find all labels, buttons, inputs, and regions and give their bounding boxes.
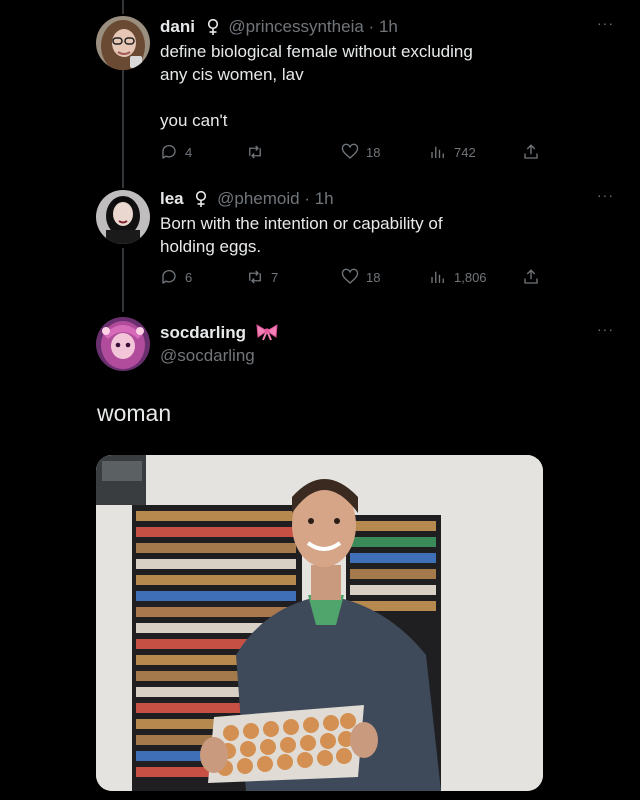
tweet-text-line [160,86,620,109]
user-handle[interactable]: @princessyntheia [228,17,363,36]
view-count: 1,806 [454,269,487,285]
retweet-button[interactable] [246,143,271,161]
display-name[interactable]: lea [160,189,184,208]
reply-icon [162,269,176,284]
tweet-text-line: define biological female without excludi… [160,42,473,61]
attached-photo[interactable] [96,455,543,791]
pink-bow-icon [256,324,278,341]
views-chart-icon [431,271,444,283]
like-button[interactable]: 18 [341,268,380,286]
share-button[interactable] [522,268,540,286]
tweet-text-line: you can't [160,111,228,130]
tweet-text-line: holding eggs. [160,237,262,256]
display-name[interactable]: dani [160,17,195,36]
share-icon [524,269,538,284]
reply-button[interactable]: 4 [160,143,192,161]
egg-holding-photo-image [96,455,543,791]
separator-dot: · [368,17,375,36]
tweet-header: dani @princessyntheia · 1h [160,16,620,38]
separator-dot: · [304,189,310,208]
tweet-header: socdarling [160,322,620,344]
reply-count: 6 [185,269,193,285]
avatar-lea-image [96,190,150,244]
tweet-text-line: Born with the intention or capability of [160,214,443,233]
timestamp[interactable]: 1h [379,17,398,36]
view-count: 742 [454,144,476,160]
reply-button[interactable]: 6 [160,268,192,286]
like-button[interactable]: 18 [341,143,380,161]
tweet-dani[interactable]: dani @princessyntheia · 1h ··· define bi… [160,16,620,132]
views-chart-icon [431,146,444,158]
more-options-button[interactable]: ··· [597,188,614,202]
avatar-dani-image [96,16,150,70]
retweet-count: 7 [271,269,279,285]
like-count: 18 [366,269,381,285]
tweet-actions: 6 7 18 1,806 [160,268,544,288]
timestamp[interactable]: 1h [315,189,334,208]
avatar-dani[interactable] [96,16,150,70]
share-icon [524,144,538,159]
views-button[interactable]: 1,806 [429,268,487,286]
thread-line-top [122,0,124,14]
female-symbol-icon [196,190,207,207]
views-button[interactable]: 742 [429,143,476,161]
user-handle[interactable]: @phemoid [217,189,299,208]
reply-count: 4 [185,144,193,160]
more-options-button[interactable]: ··· [597,322,614,336]
like-count: 18 [366,144,381,160]
heart-icon [341,268,359,284]
more-options-button[interactable]: ··· [597,16,614,30]
avatar-socdarling-image [96,317,150,371]
share-button[interactable] [522,143,540,161]
reply-icon [162,144,176,159]
thread-line-2 [122,248,124,312]
tweet-text: Born with the intention or capability of… [160,212,620,258]
heart-icon [341,143,359,159]
handle-line: @socdarling [160,344,620,367]
female-symbol-icon [207,18,218,35]
retweet-icon [249,270,261,284]
retweet-button[interactable]: 7 [246,268,278,286]
tweet-text-line: any cis women, lav [160,65,304,84]
caption-text: woman [97,400,172,426]
retweet-icon [249,145,261,159]
display-name[interactable]: socdarling [160,323,246,342]
tweet-actions: 4 18 742 [160,143,544,163]
user-handle[interactable]: @socdarling [160,346,255,365]
tweet-socdarling[interactable]: socdarling ··· @socdarling [160,322,620,367]
thread-line-1 [122,70,124,188]
tweet-header: lea @phemoid · 1h [160,188,620,210]
avatar-socdarling[interactable] [96,317,150,371]
avatar-lea[interactable] [96,190,150,244]
tweet-lea[interactable]: lea @phemoid · 1h ··· Born with the inte… [160,188,620,258]
tweet-text: define biological female without excludi… [160,40,620,132]
